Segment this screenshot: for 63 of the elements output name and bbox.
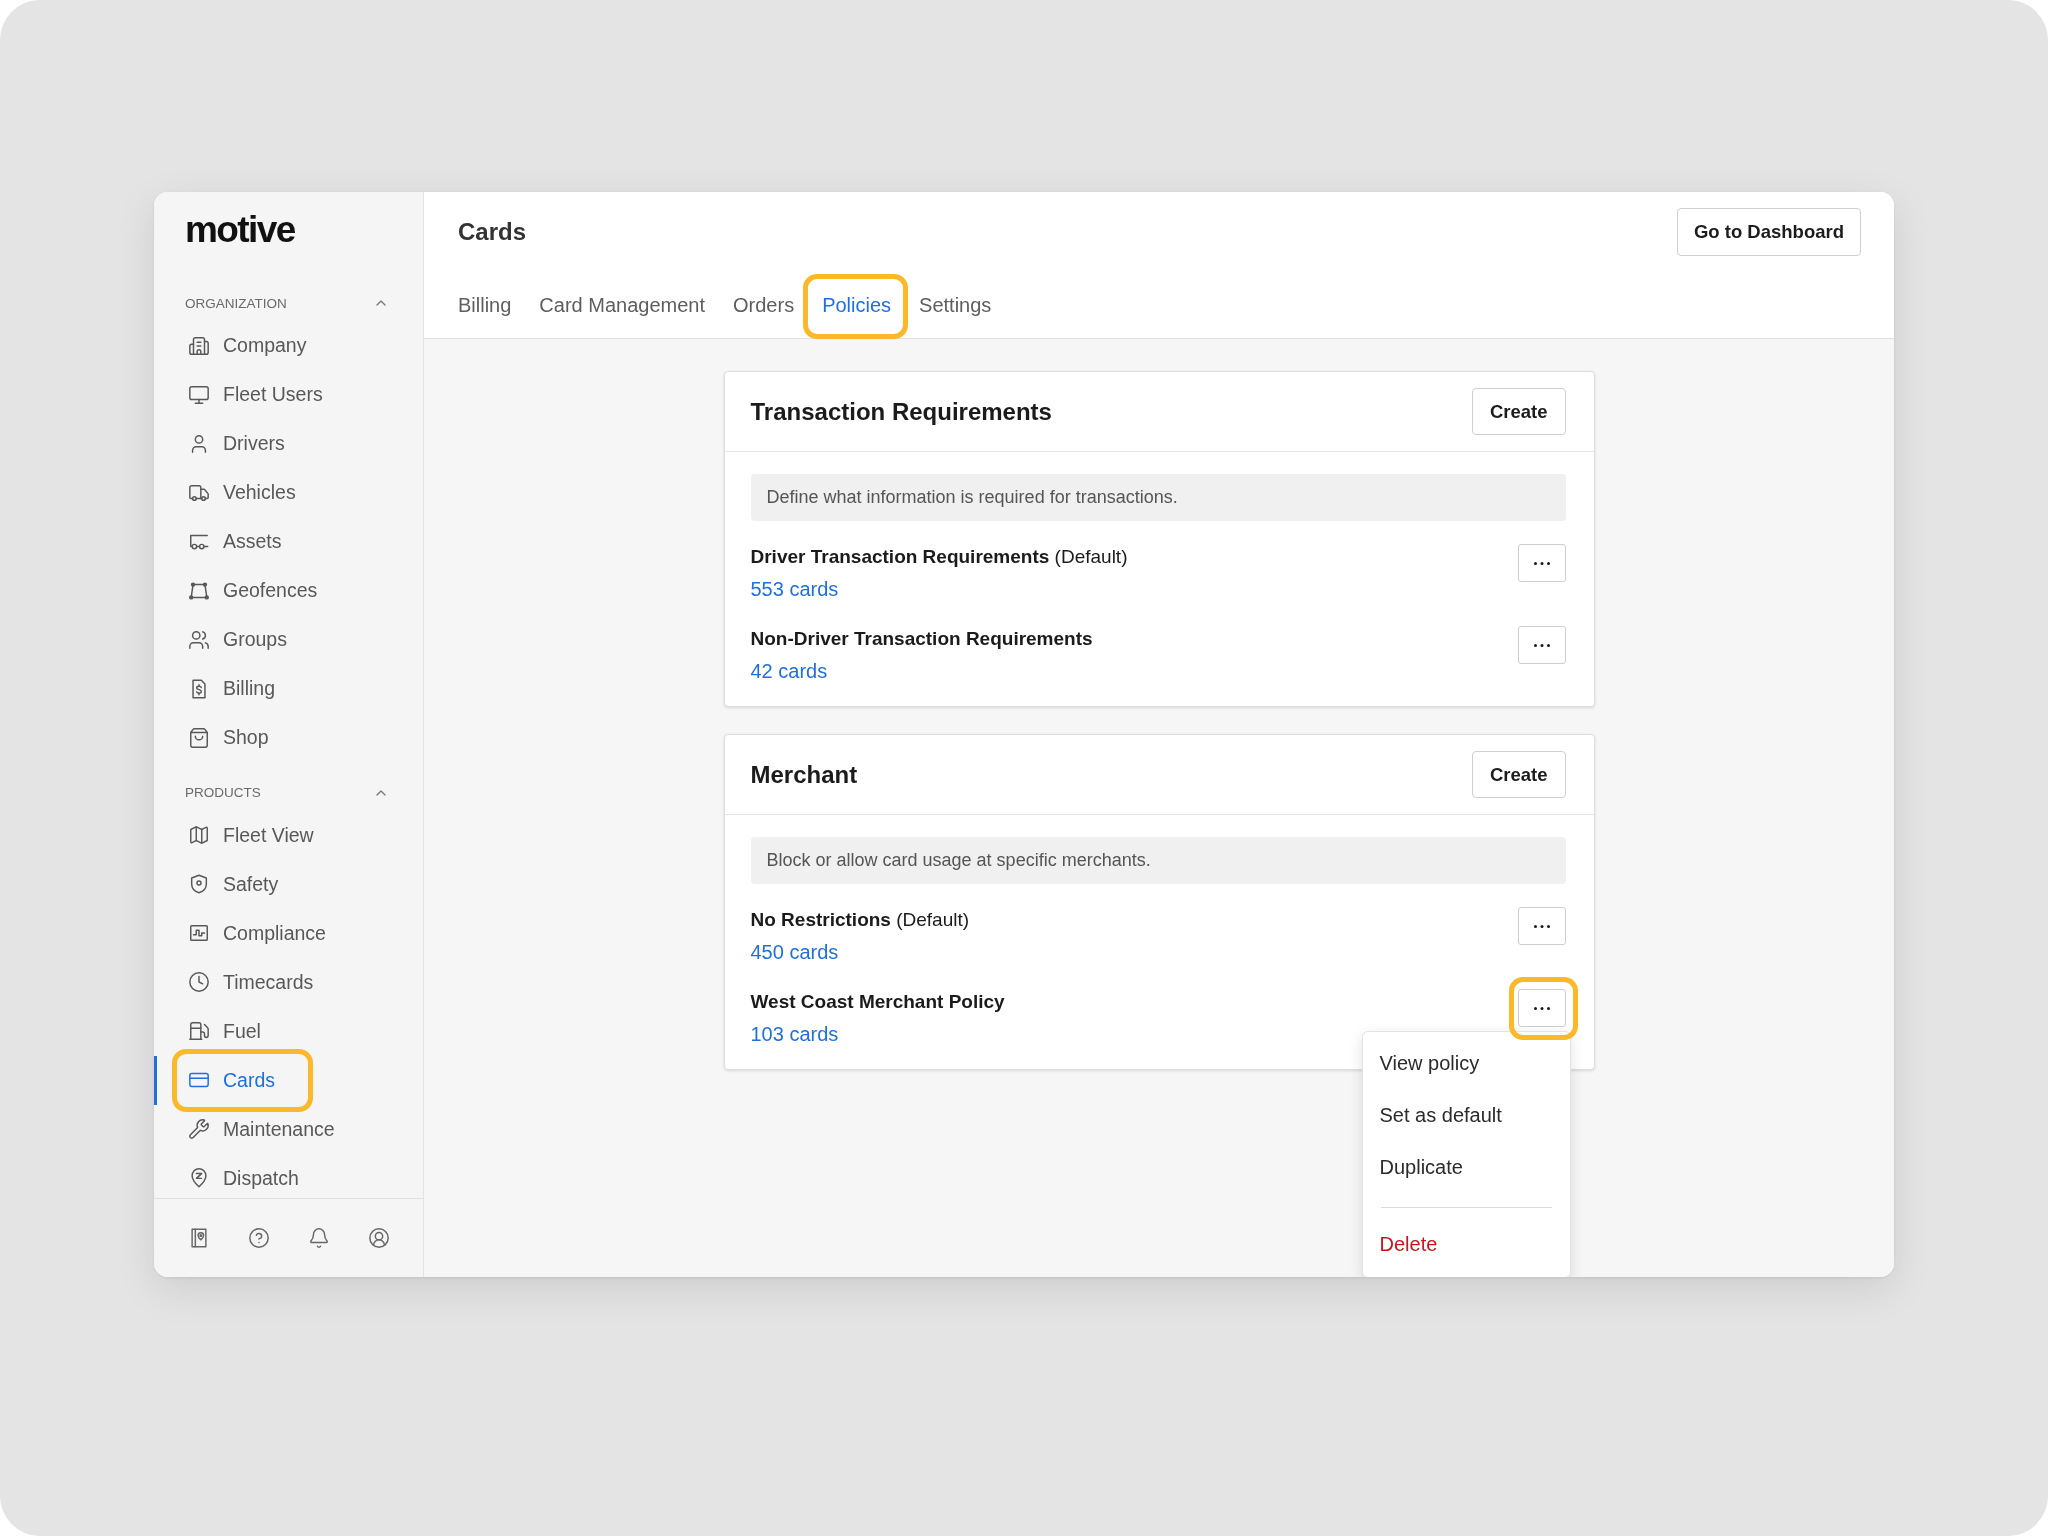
tab[interactable]: Policies (822, 283, 892, 338)
building-icon (188, 334, 210, 357)
policy-name: Driver Transaction Requirements (Default) (750, 545, 1128, 569)
ellipsis-icon (1533, 924, 1550, 928)
info-banner: Block or allow card usage at specific merchants. (750, 837, 1566, 884)
sidebar-item[interactable]: Billing (154, 664, 423, 713)
book-pin-icon[interactable] (188, 1227, 210, 1249)
users-icon (188, 628, 210, 651)
shopping-bag-icon (188, 726, 210, 749)
card-title: Merchant (750, 760, 858, 789)
section-heading: ORGANIZATION (185, 295, 287, 311)
create-button[interactable]: Create (1471, 388, 1566, 435)
shield-icon (188, 873, 210, 895)
ellipsis-icon (1533, 1006, 1550, 1010)
tab[interactable]: Card Management (539, 283, 705, 338)
page-title: Cards (458, 218, 527, 246)
cards-link[interactable]: 553 cards (750, 577, 839, 601)
section-heading: PRODUCTS (185, 785, 261, 800)
card-title: Transaction Requirements (750, 397, 1052, 426)
sidebar-item[interactable]: Timecards (154, 957, 423, 1007)
ellipsis-icon (1533, 561, 1550, 565)
monitor-icon (188, 383, 210, 406)
profile-icon[interactable] (368, 1227, 390, 1249)
menu-item[interactable]: View policy (1362, 1037, 1570, 1089)
menu-item[interactable]: Duplicate (1362, 1141, 1570, 1193)
cards-link[interactable]: 103 cards (750, 1022, 839, 1046)
sidebar-item[interactable]: Assets (154, 517, 423, 566)
sidebar-item[interactable]: Geofences (154, 566, 423, 615)
wrench-icon (188, 1118, 210, 1140)
sidebar-item[interactable]: Drivers (154, 419, 423, 468)
sidebar-item[interactable]: Dispatch (154, 1153, 423, 1198)
sidebar-item[interactable]: Groups (154, 615, 423, 664)
sidebar-item[interactable]: Safety (154, 859, 423, 909)
sidebar-item[interactable]: Company (154, 321, 423, 370)
clock-icon (188, 971, 210, 993)
pin-icon (188, 1167, 210, 1189)
tab[interactable]: Billing (458, 283, 512, 338)
fuel-pump-icon (188, 1020, 210, 1042)
logo[interactable]: motive (185, 210, 295, 250)
tab[interactable]: Settings (919, 283, 992, 338)
policy-name: West Coast Merchant Policy (750, 990, 1005, 1014)
sidebar-item[interactable]: Maintenance (154, 1104, 423, 1154)
cards-link[interactable]: 42 cards (750, 659, 828, 683)
help-icon[interactable] (248, 1227, 270, 1249)
info-banner: Define what information is required for transactions. (750, 474, 1566, 521)
sidebar-item[interactable]: Fleet Users (154, 370, 423, 419)
tab[interactable]: Orders (733, 283, 795, 338)
sidebar-item[interactable]: Compliance (154, 908, 423, 958)
create-button[interactable]: Create (1471, 751, 1566, 798)
menu-item[interactable]: Set as default (1362, 1089, 1570, 1141)
map-icon (188, 824, 210, 846)
sidebar-item[interactable]: Fleet View (154, 810, 423, 860)
dashboard-button[interactable]: Go to Dashboard (1676, 208, 1861, 256)
bell-icon[interactable] (308, 1227, 330, 1249)
sidebar-item[interactable]: Vehicles (154, 468, 423, 517)
policy-name: Non-Driver Transaction Requirements (750, 627, 1093, 651)
chart-icon (188, 922, 210, 944)
cards-link[interactable]: 450 cards (750, 940, 839, 964)
sidebar-item[interactable]: Fuel (154, 1006, 423, 1056)
sidebar-item[interactable]: Shop (154, 713, 423, 762)
ellipsis-icon (1533, 643, 1550, 647)
menu-item[interactable]: Delete (1362, 1218, 1570, 1270)
policy-name: No Restrictions (Default) (750, 908, 970, 932)
